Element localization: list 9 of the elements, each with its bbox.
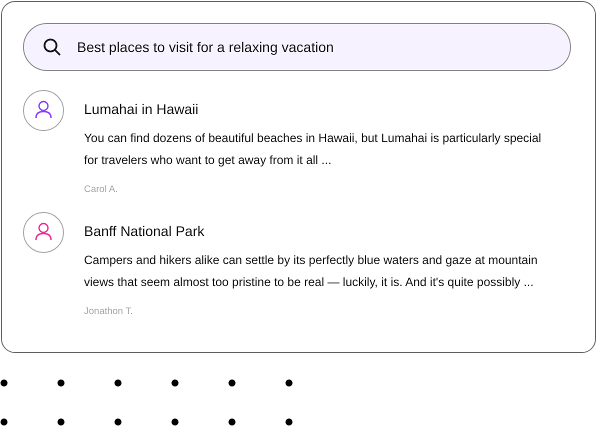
search-bar[interactable]: Best places to visit for a relaxing vacation	[23, 23, 571, 71]
result-author: Carol A.	[84, 184, 119, 195]
result-title[interactable]: Banff National Park	[84, 222, 546, 240]
result-snippet: Campers and hikers alike can settle by its perfectly blue waters and gaze at mountain views that seem almost too pristine to be real — luckily, it is. And it's quite possibly ...	[84, 252, 539, 291]
result-title[interactable]: Lumahai in Hawaii	[84, 100, 546, 118]
search-field[interactable]: Best places to visit for a relaxing vacation	[77, 39, 517, 55]
result-snippet: You can find dozens of beautiful beaches in Hawaii, but Lumahai is particularly special for travelers who want to get away from it all ...	[84, 130, 542, 169]
result-author: Jonathon T.	[84, 306, 134, 317]
search-icon	[43, 38, 61, 56]
